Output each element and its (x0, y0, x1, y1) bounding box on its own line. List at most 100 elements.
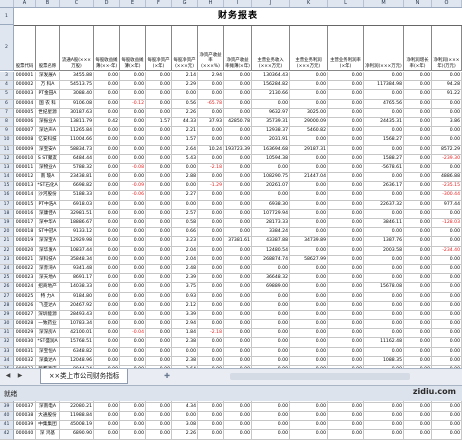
cell[interactable]: 2.38 (172, 356, 198, 366)
cell[interactable]: 0.00 (224, 90, 252, 100)
row-number[interactable]: 26 (0, 283, 14, 293)
cell[interactable]: 0.00 (146, 264, 172, 275)
cell[interactable]: 2.94 (198, 72, 224, 82)
row-number[interactable]: 33 (0, 347, 14, 357)
row-number[interactable]: 25 (0, 274, 14, 284)
cell[interactable]: 0.00 (198, 430, 224, 440)
cell[interactable]: 0.00 (290, 228, 328, 238)
cell[interactable]: 000040 (14, 430, 36, 440)
cell[interactable]: 0.00 (404, 145, 432, 155)
cell[interactable]: 0.00 (120, 274, 146, 284)
cell[interactable]: 44.33 (172, 117, 198, 128)
cell[interactable]: 0.00 (404, 127, 432, 137)
cell[interactable]: 0.00 (328, 108, 364, 118)
cell[interactable]: 000037 (14, 402, 36, 412)
cell[interactable]: -235.15 (432, 182, 462, 192)
cell[interactable]: 000027 (14, 310, 36, 321)
cell[interactable]: 0.00 (404, 274, 432, 284)
cell[interactable]: 0.00 (404, 347, 432, 357)
cell[interactable]: 0.00 (224, 228, 252, 238)
cell[interactable]: 000026 (14, 301, 36, 311)
cell[interactable]: 3.39 (172, 310, 198, 321)
cell[interactable]: 0.00 (252, 301, 290, 311)
row-number[interactable]: 22 (0, 246, 14, 256)
cell[interactable]: 0.00 (404, 182, 432, 192)
cell[interactable]: 深深房A (36, 329, 60, 339)
cell[interactable]: 000030 (14, 338, 36, 348)
cell[interactable]: 9133.12 (60, 228, 94, 238)
cell[interactable]: 0.00 (404, 356, 432, 366)
cell[interactable]: 1568.27 (364, 136, 404, 146)
cell[interactable]: 28493.43 (60, 310, 94, 321)
cell[interactable]: 000038 (14, 411, 36, 422)
cell[interactable]: 2.29 (172, 81, 198, 91)
cell[interactable]: 0.00 (328, 246, 364, 256)
cell[interactable]: 0.00 (404, 283, 432, 293)
cell[interactable]: 深科技A (36, 255, 60, 265)
cell[interactable]: 0.00 (224, 154, 252, 164)
cell[interactable]: 0.00 (120, 136, 146, 146)
row-number[interactable]: 28 (0, 301, 14, 311)
cell[interactable]: 000006 (14, 117, 36, 128)
cell[interactable]: 12480.54 (252, 246, 290, 256)
cell[interactable]: 0.56 (172, 99, 198, 109)
cell[interactable]: 58627.99 (290, 255, 328, 265)
cell[interactable]: 深赤湾A (36, 264, 60, 275)
cell[interactable]: 0.00 (94, 237, 120, 247)
cell[interactable]: 深发展A (36, 72, 60, 82)
cell[interactable]: 0.00 (198, 173, 224, 183)
cell[interactable]: 0.00 (328, 72, 364, 82)
cell[interactable]: 0.00 (198, 356, 224, 366)
cell[interactable]: 0.00 (364, 402, 404, 412)
cell[interactable]: 0.00 (364, 430, 404, 440)
cell[interactable]: 0.00 (224, 356, 252, 366)
cell[interactable]: 42100.01 (60, 329, 94, 339)
row-number[interactable]: 18 (0, 209, 14, 219)
row-number[interactable]: 34 (0, 356, 14, 366)
cell[interactable]: 0.00 (404, 154, 432, 164)
cell[interactable]: 0.00 (94, 127, 120, 137)
cell[interactable]: 0.00 (120, 200, 146, 210)
cell[interactable]: 11162.48 (364, 338, 404, 348)
column-letter[interactable]: O (432, 0, 462, 7)
cell[interactable]: 0.00 (432, 338, 462, 348)
row-number[interactable]: 40 (0, 411, 14, 422)
column-header-cell[interactable]: 净资产收益率(×××%) (198, 26, 224, 71)
cell[interactable]: 0.00 (404, 90, 432, 100)
cell[interactable]: 54513.75 (60, 81, 94, 91)
cell[interactable]: 0.00 (290, 90, 328, 100)
cell[interactable]: 0.00 (198, 347, 224, 357)
cell[interactable]: 0.00 (172, 163, 198, 174)
cell[interactable]: 0.66 (172, 228, 198, 238)
cell[interactable]: 9184.80 (60, 292, 94, 302)
cell[interactable]: 000012 (14, 173, 36, 183)
cell[interactable]: 0.00 (146, 209, 172, 219)
cell[interactable]: 0.00 (94, 411, 120, 422)
cell[interactable]: 0.00 (364, 228, 404, 238)
cell[interactable]: 深圳能源 (36, 310, 60, 321)
cell[interactable]: 2636.17 (364, 182, 404, 192)
cell[interactable]: 0.00 (94, 421, 120, 431)
cell[interactable]: 0.00 (198, 421, 224, 431)
cell[interactable]: 3.23 (172, 237, 198, 247)
cell[interactable]: 0.00 (198, 301, 224, 311)
cell[interactable]: 0.00 (198, 310, 224, 321)
cell[interactable]: 0.00 (404, 191, 432, 201)
cell[interactable]: 3384.24 (252, 228, 290, 238)
cell[interactable]: 0.00 (120, 246, 146, 256)
cell[interactable]: -300.44 (432, 191, 462, 201)
cell[interactable]: 0.00 (146, 338, 172, 348)
cell[interactable]: 0.00 (364, 127, 404, 137)
cell[interactable]: 0.00 (120, 283, 146, 293)
cell[interactable]: 0.00 (94, 145, 120, 155)
cell[interactable]: 117384.98 (364, 81, 404, 91)
cell[interactable]: 000024 (14, 283, 36, 293)
cell[interactable]: 0.00 (120, 402, 146, 412)
cell[interactable]: 0.00 (120, 264, 146, 275)
cell[interactable]: -0.08 (120, 163, 146, 174)
cell[interactable]: 0.00 (404, 99, 432, 109)
cell[interactable]: 10837.44 (60, 246, 94, 256)
cell[interactable]: 0.00 (94, 99, 120, 109)
cell[interactable]: 0.00 (290, 411, 328, 422)
cell[interactable]: 0.00 (328, 81, 364, 91)
